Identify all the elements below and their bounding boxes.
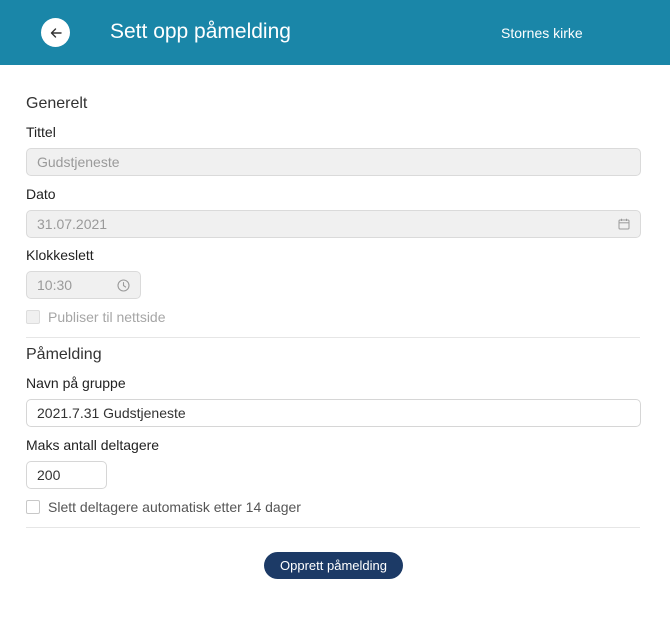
app-header: Sett opp påmelding Stornes kirke bbox=[0, 0, 670, 65]
calendar-icon[interactable] bbox=[618, 218, 630, 230]
section-divider bbox=[26, 337, 640, 338]
time-field[interactable]: 10:30 bbox=[26, 271, 141, 299]
arrow-left-icon bbox=[50, 27, 62, 38]
auto-delete-checkbox[interactable] bbox=[26, 500, 40, 514]
section-divider bbox=[26, 527, 640, 528]
time-label: Klokkeslett bbox=[26, 247, 94, 263]
group-name-input[interactable]: 2021.7.31 Gudstjeneste bbox=[26, 399, 641, 427]
date-field[interactable]: 31.07.2021 bbox=[26, 210, 641, 238]
title-field[interactable]: Gudstjeneste bbox=[26, 148, 641, 176]
page-title: Sett opp påmelding bbox=[110, 20, 291, 43]
group-name-label: Navn på gruppe bbox=[26, 375, 126, 391]
section-title-general: Generelt bbox=[26, 95, 88, 112]
back-button[interactable] bbox=[41, 18, 70, 47]
time-value: 10:30 bbox=[37, 277, 73, 293]
title-value: Gudstjeneste bbox=[37, 154, 120, 170]
clock-icon[interactable] bbox=[117, 278, 130, 292]
auto-delete-checkbox-label: Slett deltagere automatisk etter 14 dage… bbox=[48, 499, 301, 515]
create-registration-button[interactable]: Opprett påmelding bbox=[264, 552, 403, 579]
publish-checkbox-label: Publiser til nettside bbox=[48, 309, 166, 325]
organization-name: Stornes kirke bbox=[501, 25, 583, 41]
max-participants-value: 200 bbox=[37, 467, 61, 483]
date-value: 31.07.2021 bbox=[37, 216, 108, 232]
section-title-registration: Påmelding bbox=[26, 346, 102, 363]
date-label: Dato bbox=[26, 186, 56, 202]
auto-delete-checkbox-row: Slett deltagere automatisk etter 14 dage… bbox=[26, 499, 301, 515]
publish-checkbox[interactable] bbox=[26, 310, 40, 324]
max-participants-label: Maks antall deltagere bbox=[26, 437, 160, 453]
publish-checkbox-row: Publiser til nettside bbox=[26, 309, 166, 325]
title-label: Tittel bbox=[26, 124, 56, 140]
group-name-value: 2021.7.31 Gudstjeneste bbox=[37, 405, 186, 421]
max-participants-input[interactable]: 200 bbox=[26, 461, 107, 489]
